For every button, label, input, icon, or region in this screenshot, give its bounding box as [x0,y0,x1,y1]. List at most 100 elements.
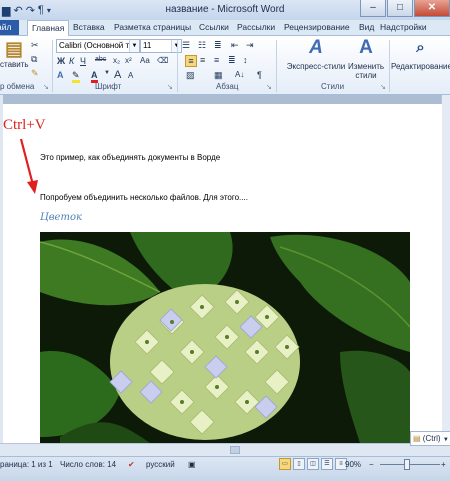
quick-styles-button[interactable]: A Экспресс-стили [286,37,346,72]
chevron-down-icon[interactable]: ▼ [129,40,139,52]
font-name-value: Calibri (Основной те [59,41,134,50]
editing-label: Редактирование [391,62,450,71]
paste-options-label: (Ctrl) [422,434,441,443]
change-case-button[interactable]: Aa [140,56,150,65]
bullets-icon[interactable]: ☰ [182,40,190,51]
word-count[interactable]: Число слов: 14 [60,460,116,469]
quick-styles-icon: A [309,37,323,58]
align-center-icon[interactable]: ≡ [200,55,205,65]
tab-insert[interactable]: Вставка [73,22,105,32]
group-separator [389,40,390,92]
font-color-button[interactable]: A [91,70,98,83]
borders-icon[interactable]: ▦ [214,70,223,81]
tab-view[interactable]: Вид [359,22,374,32]
group-separator [52,40,53,92]
annotation-label: Ctrl+V [3,117,46,133]
scroll-thumb[interactable] [230,446,240,454]
numbering-icon[interactable]: ☷ [198,40,206,51]
shading-icon[interactable]: ▨ [186,70,195,81]
styles-launcher-icon[interactable]: ↘ [380,83,386,91]
paragraph-launcher-icon[interactable]: ↘ [266,83,272,91]
chevron-down-icon[interactable]: ▼ [171,40,181,52]
zoom-level[interactable]: 90% [345,460,361,469]
tab-home[interactable]: Главная [27,20,70,36]
font-size-combo[interactable]: 11 ▼ [140,39,182,53]
group-separator [276,40,277,92]
justify-icon[interactable]: ≣ [228,55,236,66]
grow-font-button[interactable]: A [114,69,121,81]
page-indicator[interactable]: раница: 1 из 1 [0,460,53,469]
print-layout-view-icon[interactable]: ▭ [279,458,291,470]
cut-icon[interactable]: ✂ [31,40,39,51]
tab-mailings[interactable]: Рассылки [237,22,275,32]
text-effects-icon[interactable]: A [57,70,64,80]
ribbon-home: ▤ ставить ✂ ⧉ ✎ р обмена ↘ Calibri (Осно… [0,36,450,95]
show-marks-button[interactable]: ¶ [257,70,262,80]
font-size-value: 11 [143,41,152,50]
full-reading-view-icon[interactable]: ▯ [293,458,305,470]
underline-button[interactable]: Ч [80,56,86,66]
tab-references[interactable]: Ссылки [199,22,229,32]
editing-button[interactable]: ⌕ Редактирование [391,38,450,71]
zoom-slider-thumb[interactable] [404,459,410,470]
binoculars-icon: ⌕ [416,39,425,56]
clipboard-icon: ▤ [5,39,23,60]
format-painter-icon[interactable]: ✎ [31,68,39,79]
shrink-font-button[interactable]: A [128,71,133,80]
hydrangea-image[interactable] [40,232,410,443]
outline-view-icon[interactable]: ☰ [321,458,333,470]
multilevel-list-icon[interactable]: ≣ [214,40,222,51]
document-page[interactable]: Это пример, как объединять документы в В… [3,104,442,443]
tab-page-layout[interactable]: Разметка страницы [114,22,191,32]
quick-styles-label: Экспресс-стили [286,62,346,71]
web-layout-view-icon[interactable]: ◫ [307,458,319,470]
change-styles-icon: A [359,37,373,58]
vertical-scrollbar[interactable] [441,95,450,443]
paste-options-button[interactable]: ▤ (Ctrl) ▼ [410,431,450,446]
zoom-out-button[interactable]: − [369,460,374,469]
tab-file[interactable]: айл [0,20,19,35]
window-controls: – □ ✕ [359,0,450,18]
change-styles-label-2: стили [355,71,377,80]
strikethrough-button[interactable]: abc [95,56,106,63]
font-name-combo[interactable]: Calibri (Основной те ▼ [56,39,140,53]
zoom-slider[interactable] [380,464,440,465]
line-spacing-icon[interactable]: ↕ [243,55,248,65]
sort-button[interactable]: A↓ [235,70,244,79]
clipboard-icon: ▤ [413,434,421,443]
align-left-icon[interactable]: ≡ [185,55,197,67]
macro-record-icon[interactable]: ▣ [188,460,196,469]
font-group-label: Шрифт [95,82,122,91]
status-bar: раница: 1 из 1 Число слов: 14 ✔ русский … [0,456,450,481]
copy-icon[interactable]: ⧉ [31,54,37,65]
change-styles-button[interactable]: A Изменить стили [345,37,387,81]
chevron-down-icon[interactable]: ▼ [104,70,110,76]
zoom-in-button[interactable]: + [441,460,446,469]
tab-review[interactable]: Рецензирование [284,22,350,32]
font-launcher-icon[interactable]: ↘ [167,83,173,91]
close-button[interactable]: ✕ [414,0,450,17]
tab-addins[interactable]: Надстройки [380,22,427,32]
maximize-button[interactable]: □ [387,0,413,17]
align-right-icon[interactable]: ≡ [214,55,219,65]
clear-format-icon[interactable]: ⌫ [157,56,168,65]
paragraph-group-label: Абзац [216,82,239,91]
paste-button[interactable]: ▤ ставить [0,39,29,70]
language-indicator[interactable]: русский [146,460,175,469]
minimize-button[interactable]: – [360,0,386,17]
bold-button[interactable]: Ж [57,56,65,66]
horizontal-scrollbar[interactable] [0,443,450,456]
increase-indent-icon[interactable]: ⇥ [246,40,254,51]
chevron-down-icon: ▼ [442,437,449,443]
clipboard-launcher-icon[interactable]: ↘ [43,83,49,91]
paragraph-2: Попробуем объединить несколько файлов. Д… [40,193,248,202]
superscript-button[interactable]: x² [125,56,132,65]
subscript-button[interactable]: x₂ [113,56,120,65]
view-buttons: ▭ ▯ ◫ ☰ ≡ [279,458,347,470]
group-separator [177,40,178,92]
spellcheck-icon[interactable]: ✔ [128,460,135,469]
italic-button[interactable]: К [69,56,74,66]
decrease-indent-icon[interactable]: ⇤ [231,40,239,51]
styles-group-label: Стили [321,82,345,91]
highlight-icon[interactable]: ✎ [72,70,80,83]
